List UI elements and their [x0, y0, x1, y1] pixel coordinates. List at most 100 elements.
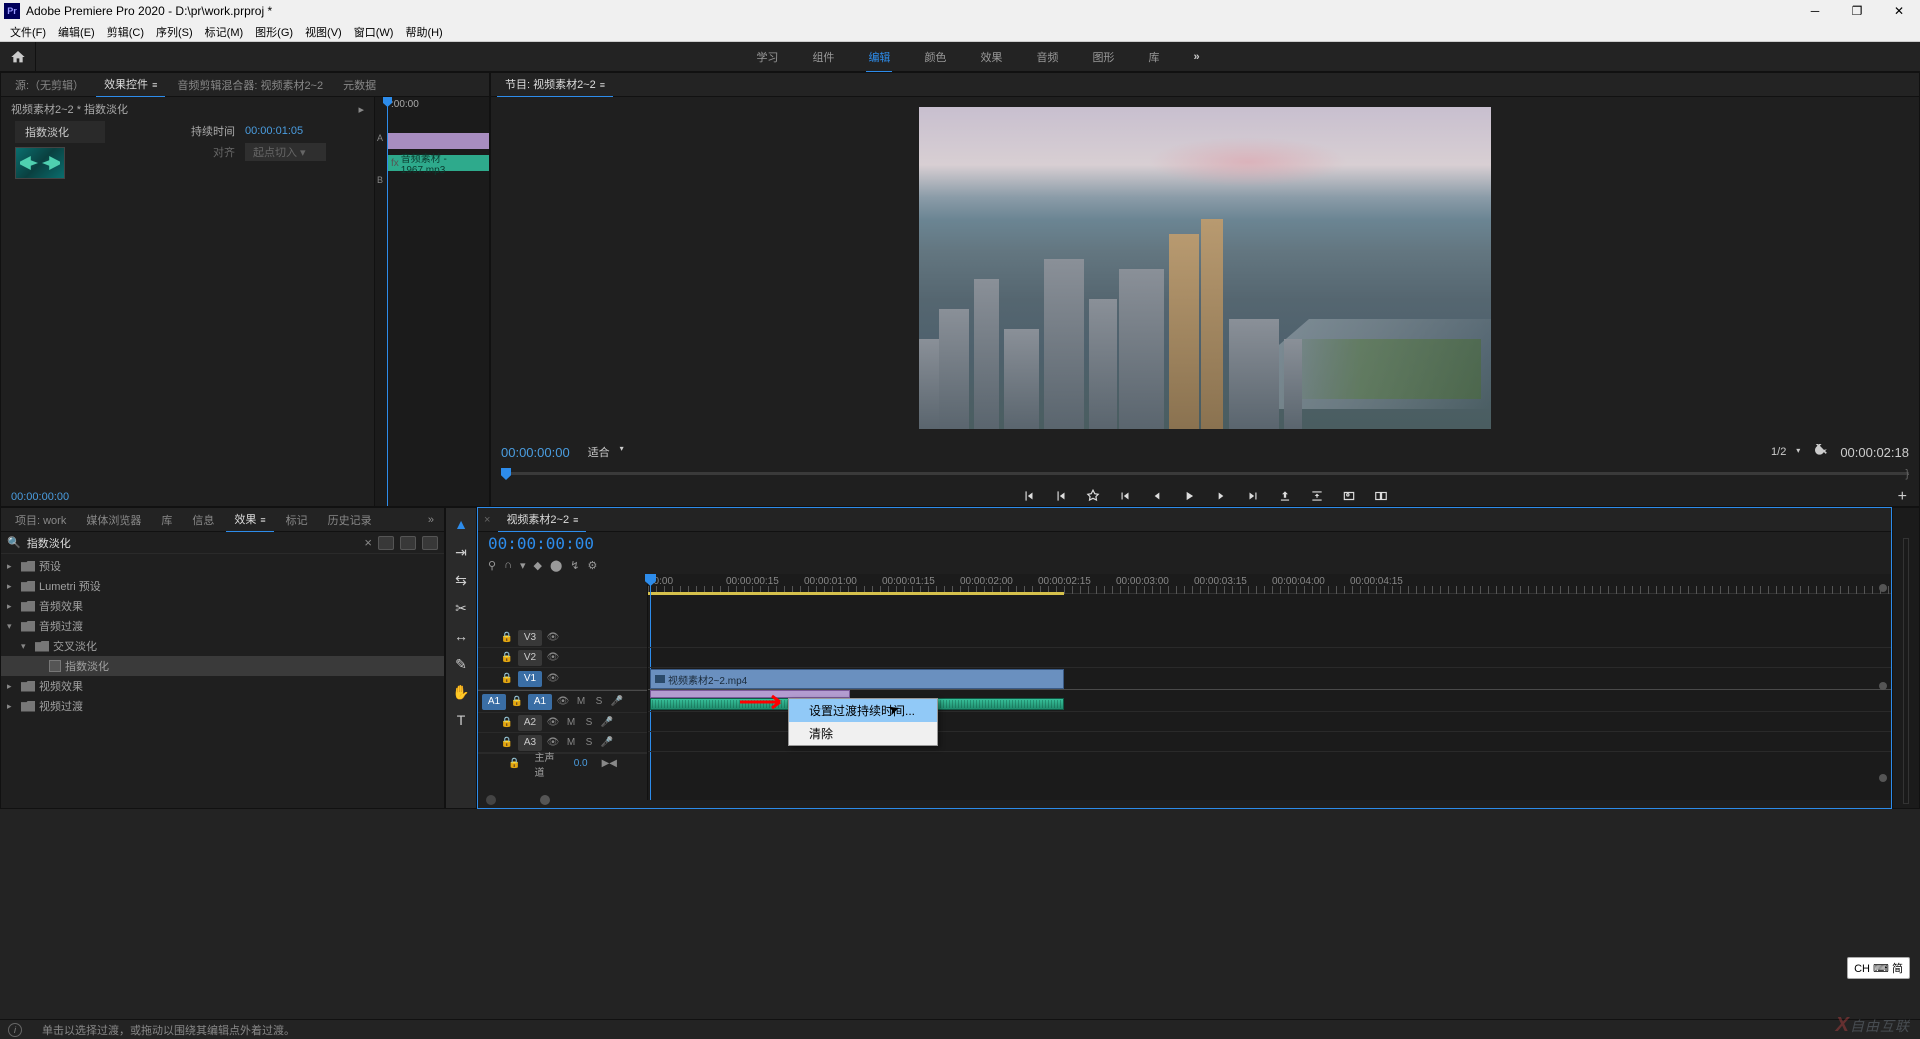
go-out-button[interactable]	[1245, 488, 1261, 504]
ws-assembly[interactable]: 组件	[810, 49, 836, 65]
selection-tool[interactable]: ▲	[451, 514, 471, 534]
vscroll-knob-mid[interactable]	[1879, 682, 1887, 690]
slip-tool[interactable]: ↔	[451, 626, 471, 646]
ws-overflow[interactable]: »	[1191, 51, 1201, 63]
tree-video-fx[interactable]: ▸视频效果	[1, 676, 444, 696]
menu-window[interactable]: 窗口(W)	[348, 24, 400, 40]
mark-out-button[interactable]	[1053, 488, 1069, 504]
duration-value[interactable]: 00:00:01:05	[245, 125, 303, 137]
export-frame-button[interactable]	[1341, 488, 1357, 504]
wrench-icon-tl[interactable]: ↯	[570, 559, 579, 572]
program-timecode-left[interactable]: 00:00:00:00	[501, 445, 570, 460]
ws-effects[interactable]: 效果	[978, 49, 1004, 65]
marker-icon[interactable]: ▾	[520, 559, 526, 572]
track-a2[interactable]: A2	[518, 715, 542, 731]
close-button[interactable]: ✕	[1890, 2, 1908, 20]
mark-button[interactable]	[1085, 488, 1101, 504]
tab-program[interactable]: 节目: 视频素材2~2≡	[497, 72, 613, 98]
ctx-clear[interactable]: 清除	[789, 722, 937, 745]
settings-icon[interactable]	[1814, 444, 1828, 461]
tree-exponential-fade[interactable]: 指数淡化	[1, 656, 444, 676]
effect-timeline[interactable]: :00:00 A fx音频素材 - 1967.mp3 B	[374, 97, 489, 506]
track-select-tool[interactable]: ⇥	[451, 542, 471, 562]
tab-media-browser[interactable]: 媒体浏览器	[78, 508, 149, 532]
tree-lumetri[interactable]: ▸Lumetri 预设	[1, 576, 444, 596]
src-a1[interactable]: A1	[482, 694, 506, 710]
filter-icon-1[interactable]	[378, 536, 394, 550]
ime-indicator[interactable]: CH ⌨ 简	[1847, 957, 1910, 979]
audio-transition[interactable]	[650, 690, 850, 698]
step-back-button[interactable]	[1149, 488, 1165, 504]
tab-effects[interactable]: 效果≡	[226, 507, 273, 533]
tab-project[interactable]: 项目: work	[7, 508, 74, 532]
ctx-set-duration[interactable]: 设置过渡持续时间...	[789, 699, 937, 722]
mark-in-button[interactable]	[1021, 488, 1037, 504]
master-level[interactable]: 0.0	[574, 758, 588, 769]
add-button[interactable]: +	[1898, 488, 1907, 506]
menu-mark[interactable]: 标记(M)	[199, 24, 250, 40]
track-a1[interactable]: A1	[528, 694, 552, 710]
linked-selection-icon[interactable]: ∩	[504, 559, 512, 572]
program-preview[interactable]	[919, 107, 1491, 429]
track-v3[interactable]: V3	[518, 630, 542, 646]
zoom-fit-select[interactable]: 适合	[582, 443, 626, 461]
type-tool[interactable]: T	[451, 710, 471, 730]
menu-clip[interactable]: 剪辑(C)	[101, 24, 150, 40]
timeline-timecode[interactable]: 00:00:00:00	[488, 534, 597, 553]
hscroll-knob-r[interactable]	[540, 795, 550, 805]
vscroll-knob-bot[interactable]	[1879, 774, 1887, 782]
tab-history[interactable]: 历史记录	[320, 508, 380, 532]
filter-icon-3[interactable]	[422, 536, 438, 550]
tab-sequence[interactable]: 视频素材2~2≡	[498, 507, 586, 533]
menu-graphics[interactable]: 图形(G)	[249, 24, 299, 40]
ws-edit[interactable]: 编辑	[866, 49, 892, 73]
ripple-edit-tool[interactable]: ⇆	[451, 570, 471, 590]
snap-icon[interactable]: ⚲	[488, 559, 496, 572]
tab-metadata[interactable]: 元数据	[335, 73, 384, 97]
ws-audio[interactable]: 音频	[1034, 49, 1060, 65]
menu-view[interactable]: 视图(V)	[299, 24, 348, 40]
tab-source[interactable]: 源:（无剪辑）	[7, 73, 92, 97]
hscroll-knob-l[interactable]	[486, 795, 496, 805]
extra-icon-tl[interactable]: ⚙	[588, 559, 598, 572]
minimize-button[interactable]: ─	[1806, 2, 1824, 20]
compare-button[interactable]	[1373, 488, 1389, 504]
clear-search-button[interactable]: ×	[364, 535, 372, 550]
menu-sequence[interactable]: 序列(S)	[150, 24, 199, 40]
timeline-ruler[interactable]: 00:00 00:00:00:15 00:00:01:00 00:00:01:1…	[648, 574, 1891, 594]
menu-help[interactable]: 帮助(H)	[399, 24, 448, 40]
ws-color[interactable]: 颜色	[922, 49, 948, 65]
play-button[interactable]	[1181, 488, 1197, 504]
ws-graphics[interactable]: 图形	[1090, 49, 1116, 65]
track-v2[interactable]: V2	[518, 650, 542, 666]
razor-tool[interactable]: ✂	[451, 598, 471, 618]
resolution-select[interactable]: 1/2	[1765, 445, 1802, 459]
tree-crossfade[interactable]: ▾交叉淡化	[1, 636, 444, 656]
timeline-tracks-area[interactable]: 00:00 00:00:00:15 00:00:01:00 00:00:01:1…	[648, 574, 1891, 800]
tree-audio-fx[interactable]: ▸音频效果	[1, 596, 444, 616]
settings-icon-tl[interactable]: ⬤	[550, 559, 562, 572]
tree-audio-trans[interactable]: ▾音频过渡	[1, 616, 444, 636]
tab-library[interactable]: 库	[153, 508, 180, 532]
home-button[interactable]	[0, 42, 36, 72]
tab-audio-mixer[interactable]: 音频剪辑混合器: 视频素材2~2	[169, 73, 331, 97]
menu-file[interactable]: 文件(F)	[4, 24, 52, 40]
filter-icon-2[interactable]	[400, 536, 416, 550]
tab-info[interactable]: 信息	[184, 508, 222, 532]
track-v1[interactable]: V1	[518, 671, 542, 687]
ec-playhead[interactable]	[387, 97, 388, 506]
ws-learn[interactable]: 学习	[754, 49, 780, 65]
go-in-button[interactable]	[1117, 488, 1133, 504]
ws-library[interactable]: 库	[1146, 49, 1161, 65]
tree-video-trans[interactable]: ▸视频过渡	[1, 696, 444, 716]
effect-controls-timecode[interactable]: 00:00:00:00	[11, 488, 69, 506]
menu-edit[interactable]: 编辑(E)	[52, 24, 101, 40]
video-clip[interactable]: 视频素材2~2.mp4	[650, 669, 1064, 689]
lift-button[interactable]	[1277, 488, 1293, 504]
hand-tool[interactable]: ✋	[451, 682, 471, 702]
tree-presets[interactable]: ▸预设	[1, 556, 444, 576]
maximize-button[interactable]: ❐	[1848, 2, 1866, 20]
extract-button[interactable]	[1309, 488, 1325, 504]
step-fwd-button[interactable]	[1213, 488, 1229, 504]
sync-lock-icon[interactable]: ◆	[534, 559, 542, 572]
